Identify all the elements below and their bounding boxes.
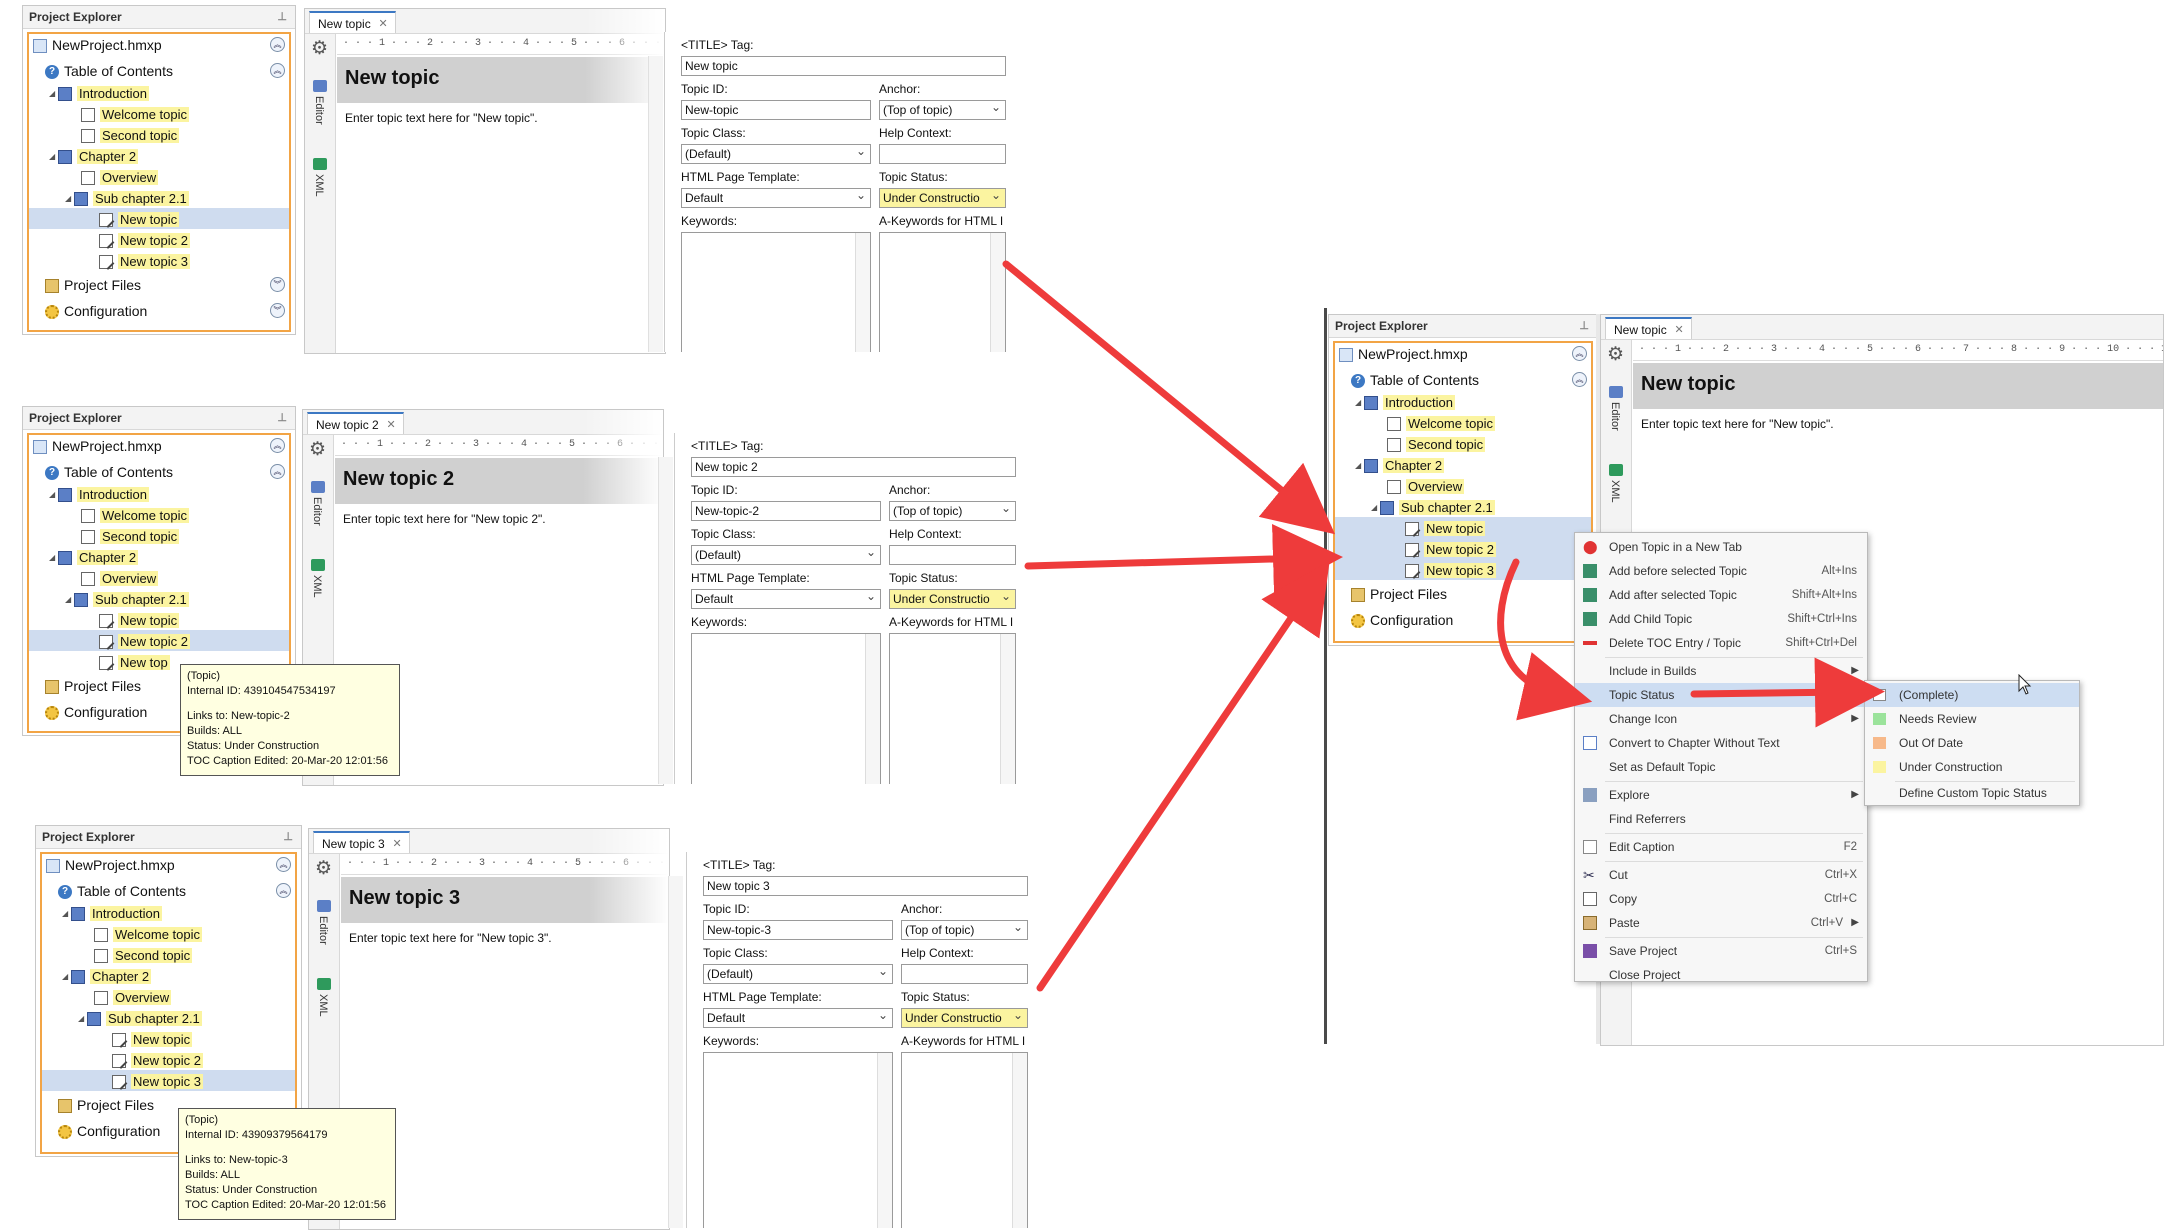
arrow-2 xyxy=(1024,524,1343,594)
red-arrows xyxy=(1002,260,1885,992)
arrow-3 xyxy=(1036,561,1330,992)
arrow-5 xyxy=(1690,657,1885,728)
arrow-1 xyxy=(1002,260,1336,535)
arrow-4 xyxy=(1497,558,1593,721)
